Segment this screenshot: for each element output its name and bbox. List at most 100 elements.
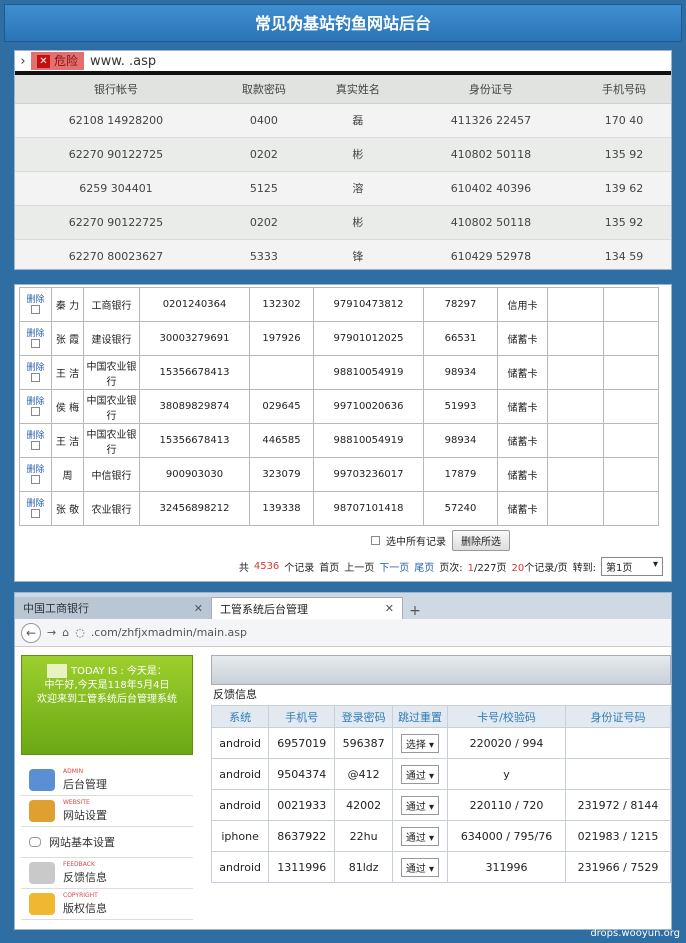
skip-select-value: 通过 bbox=[405, 832, 426, 844]
cell-id: 021983 / 1215 bbox=[565, 820, 671, 852]
pager-next[interactable]: 下一页 bbox=[379, 559, 409, 574]
select-all-checkbox[interactable] bbox=[371, 536, 380, 545]
cell-phone: 98934 bbox=[423, 423, 498, 458]
cell-bank: 中国农业银行 bbox=[83, 355, 140, 390]
skip-select[interactable]: 通过 ▾ bbox=[400, 826, 440, 846]
skip-select[interactable]: 通过 ▾ bbox=[400, 795, 440, 815]
tab-admin[interactable]: 工管系统后台管理 ✕ bbox=[211, 597, 403, 619]
delete-cell: 删除 bbox=[19, 491, 52, 526]
table-cell: 5125 bbox=[216, 171, 311, 206]
delete-link[interactable]: 删除 bbox=[22, 428, 49, 441]
pager-total: 4536 bbox=[253, 561, 280, 572]
skip-select[interactable]: 通过 ▾ bbox=[400, 857, 440, 877]
delete-link[interactable]: 删除 bbox=[22, 360, 49, 373]
row-checkbox[interactable] bbox=[31, 339, 40, 348]
table-cell: 62108 14928200 bbox=[15, 103, 217, 138]
sidebar-item-label: WEBSITE 网站设置 bbox=[63, 799, 107, 823]
back-icon[interactable]: ← bbox=[21, 622, 41, 643]
cell-skip: 通过 ▾ bbox=[391, 789, 449, 821]
admin-menu: ADMIN 后台管理 WEBSITE 网站设置网站基本设置 FEEDBACK 反馈信息 CO… bbox=[21, 765, 193, 920]
row-checkbox[interactable] bbox=[31, 407, 40, 416]
cell-skip: 通过 ▾ bbox=[391, 820, 449, 852]
table-cell: 溶 bbox=[310, 171, 405, 206]
home-icon[interactable]: ⌂ bbox=[62, 626, 69, 639]
main-header-bar bbox=[211, 655, 671, 685]
cell-id: 98810054919 bbox=[313, 423, 424, 458]
sidebar-item[interactable]: 网站基本设置 bbox=[21, 827, 193, 858]
pager-prev[interactable]: 上一页 bbox=[344, 559, 374, 574]
empty-cell bbox=[547, 321, 604, 356]
table-cell: 62270 80023627 bbox=[15, 239, 217, 269]
cell-pwd: 22hu bbox=[334, 820, 393, 852]
pager-total-prefix: 共 bbox=[238, 563, 249, 574]
cell-card: 900903030 bbox=[139, 457, 250, 492]
delete-link[interactable]: 删除 bbox=[22, 292, 49, 305]
select-all-label: 选中所有记录 bbox=[386, 537, 446, 548]
delete-selected-button[interactable]: 删除所选 bbox=[452, 530, 510, 551]
row-checkbox[interactable] bbox=[31, 475, 40, 484]
cell-bank: 农业银行 bbox=[83, 491, 140, 526]
empty-cell bbox=[547, 457, 604, 492]
skip-select[interactable]: 通过 ▾ bbox=[400, 764, 440, 784]
delete-link[interactable]: 删除 bbox=[22, 462, 49, 475]
pager-first[interactable]: 首页 bbox=[319, 559, 339, 574]
menu-icon bbox=[29, 800, 55, 822]
table-cell: 0202 bbox=[216, 137, 311, 172]
close-tab-icon[interactable]: ✕ bbox=[385, 602, 394, 615]
cell-bank: 中国农业银行 bbox=[83, 423, 140, 458]
empty-cell bbox=[547, 355, 604, 390]
tab-bank[interactable]: 中国工商银行 ✕ bbox=[15, 597, 211, 619]
row-checkbox[interactable] bbox=[31, 373, 40, 382]
cell-id: 97910473812 bbox=[313, 287, 424, 322]
cell-bank: 建设银行 bbox=[83, 321, 140, 356]
phishing-panel-card-records: 删除秦 力工商银行 0201240364 132302 97910473812 7829… bbox=[14, 284, 672, 582]
skip-select[interactable]: 选择 ▾ bbox=[400, 733, 440, 753]
row-checkbox[interactable] bbox=[31, 305, 40, 314]
cell-name: 侯 梅 bbox=[51, 389, 84, 424]
cell-card: 15356678413 bbox=[139, 355, 250, 390]
sidebar-item[interactable]: COPYRIGHT 版权信息 bbox=[21, 889, 193, 920]
cell-id: 97901012025 bbox=[313, 321, 424, 356]
pager-goto-select[interactable]: 第1页 ▾ bbox=[601, 557, 663, 576]
browser-navbar: ← → ⌂ ◌ .com/zhfjxmadmin/main.asp bbox=[15, 619, 671, 647]
close-tab-icon[interactable]: ✕ bbox=[194, 602, 203, 615]
cell-name: 张 霞 bbox=[51, 321, 84, 356]
table-cell: 411326 22457 bbox=[404, 103, 577, 138]
column-header: 卡号/校验码 bbox=[446, 705, 567, 728]
cell-name: 王 洁 bbox=[51, 355, 84, 390]
empty-cell bbox=[602, 457, 659, 492]
cell-pwd: @412 bbox=[334, 758, 393, 790]
row-checkbox[interactable] bbox=[31, 509, 40, 518]
row-checkbox[interactable] bbox=[31, 441, 40, 450]
cell-bank: 中国农业银行 bbox=[83, 389, 140, 424]
delete-link[interactable]: 删除 bbox=[22, 326, 49, 339]
table-cell: 170 40 bbox=[576, 103, 671, 138]
sidebar-item[interactable]: WEBSITE 网站设置 bbox=[21, 796, 193, 827]
column-header: 身份证号 bbox=[404, 75, 577, 104]
sidebar-item[interactable]: ADMIN 后台管理 bbox=[21, 765, 193, 796]
browser-url[interactable]: .com/zhfjxmadmin/main.asp bbox=[91, 626, 247, 639]
pager-last[interactable]: 尾页 bbox=[414, 559, 434, 574]
menu-icon bbox=[29, 769, 55, 791]
table-cell: 135 92 bbox=[576, 137, 671, 172]
admin-main: 反馈信息 系统 手机号 登录密码 跳过重置 卡号/校验码 身份证号码 android 695… bbox=[210, 655, 671, 883]
dropdown-arrow-icon: ▾ bbox=[425, 739, 435, 751]
card-records-table: 删除秦 力工商银行 0201240364 132302 97910473812 7829… bbox=[19, 287, 659, 526]
table-row: iphone 8637922 22hu 通过 ▾ 634000 / 795/76 0219… bbox=[210, 820, 671, 852]
cell-phone: 1311996 bbox=[268, 851, 336, 883]
address-bar[interactable]: › ✕ 危险 www. .asp bbox=[15, 51, 671, 75]
sidebar-item-text: 反馈信息 bbox=[63, 871, 107, 884]
table-cell: 彬 bbox=[310, 205, 405, 240]
new-tab-icon[interactable]: + bbox=[403, 603, 427, 619]
delete-link[interactable]: 删除 bbox=[22, 496, 49, 509]
menu-icon bbox=[29, 837, 41, 847]
cell-sys: android bbox=[210, 758, 270, 790]
cell-type: 储蓄卡 bbox=[497, 321, 548, 356]
cell-card: 311996 bbox=[446, 851, 567, 883]
watermark: drops.wooyun.org bbox=[590, 928, 680, 939]
sidebar-item[interactable]: FEEDBACK 反馈信息 bbox=[21, 858, 193, 889]
forward-icon[interactable]: → bbox=[47, 626, 56, 639]
delete-link[interactable]: 删除 bbox=[22, 394, 49, 407]
table-cell: 139 62 bbox=[576, 171, 671, 206]
pager-goto-value: 第1页 bbox=[606, 563, 633, 574]
